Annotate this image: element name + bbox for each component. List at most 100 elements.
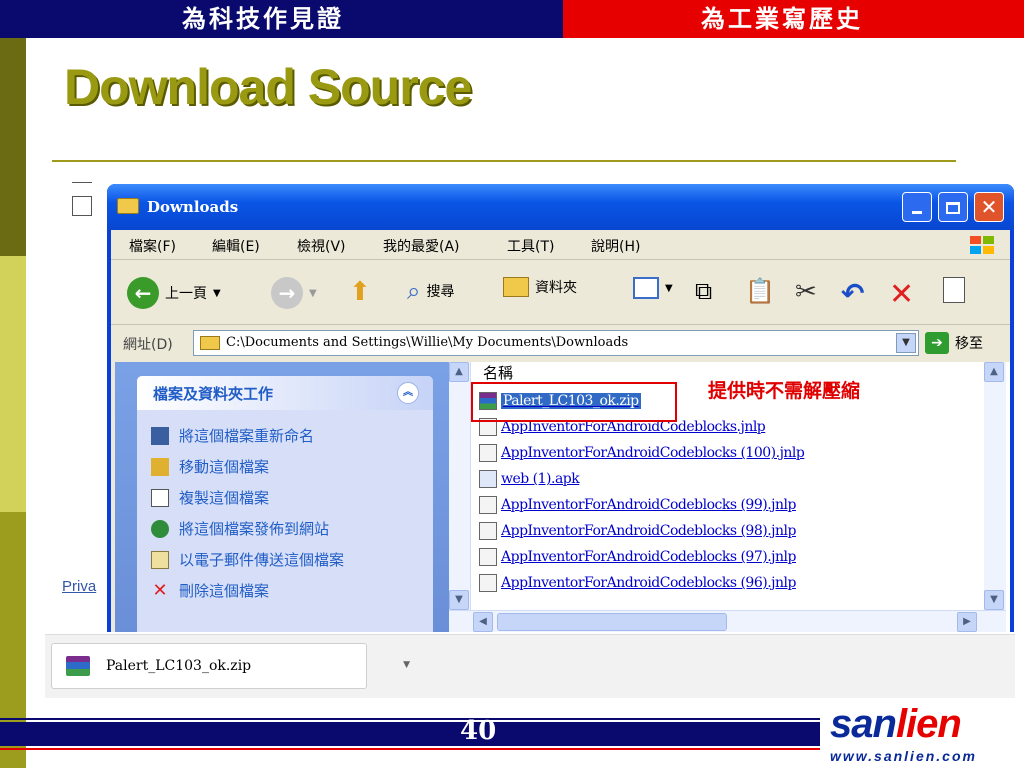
file-list-vertical-scrollbar[interactable]: ▲ ▼ [984, 362, 1006, 610]
copy-to-button[interactable]: ⧉ [695, 277, 712, 305]
file-tasks-panel: 檔案及資料夾工作 ︽ 將這個檔案重新命名 移動這個檔案 複製這個檔案 將這個檔案… [137, 376, 433, 632]
scroll-up-button[interactable]: ▲ [984, 362, 1004, 382]
annotation-note: 提供時不需解壓縮 [708, 380, 861, 402]
delete-button[interactable]: ✕ [889, 277, 914, 312]
file-name: AppInventorForAndroidCodeblocks (96).jnl… [501, 575, 796, 591]
background-dash [72, 182, 92, 183]
background-link[interactable]: Priva [62, 578, 96, 595]
file-tasks-header[interactable]: 檔案及資料夾工作 ︽ [137, 376, 433, 410]
file-row[interactable]: AppInventorForAndroidCodeblocks (97).jnl… [479, 544, 804, 570]
file-row[interactable]: AppInventorForAndroidCodeblocks (96).jnl… [479, 570, 804, 596]
file-name: web (1).apk [501, 471, 580, 487]
properties-button[interactable] [943, 277, 965, 303]
menu-tools[interactable]: 工具(T) [507, 236, 554, 256]
file-name: AppInventorForAndroidCodeblocks (100).jn… [501, 445, 805, 461]
address-input[interactable]: C:\Documents and Settings\Willie\My Docu… [193, 330, 919, 356]
task-label: 以電子郵件傳送這個檔案 [179, 551, 345, 569]
search-button[interactable]: ⌕ 搜尋 [407, 277, 454, 305]
download-file-name: Palert_LC103_ok.zip [106, 658, 252, 674]
task-rename[interactable]: 將這個檔案重新命名 [151, 420, 433, 451]
clipboard-icon: 📋 [745, 277, 775, 305]
scroll-down-button[interactable]: ▼ [449, 590, 469, 610]
views-button[interactable]: ▼ [633, 277, 673, 299]
footer-bar [0, 722, 820, 746]
close-icon: ✕ [980, 195, 998, 219]
address-dropdown-button[interactable]: ▼ [896, 333, 916, 353]
file-row[interactable]: AppInventorForAndroidCodeblocks (99).jnl… [479, 492, 804, 518]
task-label: 複製這個檔案 [179, 489, 270, 507]
task-label: 刪除這個檔案 [179, 582, 270, 600]
task-move[interactable]: 移動這個檔案 [151, 451, 433, 482]
menu-edit[interactable]: 編輯(E) [212, 236, 260, 256]
background-checkbox[interactable] [72, 196, 92, 216]
folder-icon [200, 336, 220, 350]
window-titlebar[interactable]: Downloads ✕ [107, 184, 1014, 230]
banner-left: 為科技作見證 [0, 0, 563, 38]
download-bar: Palert_LC103_ok.zip ▼ [45, 634, 1015, 698]
scroll-thumb[interactable] [497, 613, 727, 631]
task-email[interactable]: 以電子郵件傳送這個檔案 [151, 544, 433, 575]
apk-file-icon [479, 470, 497, 488]
back-button[interactable]: ← 上一頁 ▼ [127, 277, 221, 309]
properties-icon [943, 277, 965, 303]
scroll-down-button[interactable]: ▼ [984, 590, 1004, 610]
task-publish[interactable]: 將這個檔案發佈到網站 [151, 513, 433, 544]
menu-bar: 檔案(F) 編輯(E) 檢視(V) 我的最愛(A) 工具(T) 說明(H) [111, 230, 1010, 260]
side-strip-top [0, 38, 26, 256]
go-button[interactable]: ➔ 移至 [925, 332, 983, 354]
file-name: AppInventorForAndroidCodeblocks (97).jnl… [501, 549, 796, 565]
jnlp-file-icon [479, 574, 497, 592]
task-delete[interactable]: ✕ 刪除這個檔案 [151, 575, 433, 606]
scroll-up-button[interactable]: ▲ [449, 362, 469, 382]
window-client: 檔案(F) 編輯(E) 檢視(V) 我的最愛(A) 工具(T) 說明(H) ← … [111, 230, 1010, 632]
cut-button[interactable]: ✂ [795, 277, 817, 307]
paste-button[interactable]: 📋 [745, 277, 775, 305]
rename-icon [151, 426, 169, 445]
collapse-chevron-icon[interactable]: ︽ [397, 382, 419, 404]
side-strip-middle [0, 256, 26, 512]
forward-button[interactable]: → ▼ [271, 277, 317, 309]
views-icon [633, 277, 659, 299]
task-pane-scrollbar[interactable]: ▲ ▼ [449, 362, 471, 610]
envelope-icon [151, 550, 169, 569]
close-button[interactable]: ✕ [974, 192, 1004, 222]
file-row[interactable]: AppInventorForAndroidCodeblocks (100).jn… [479, 440, 805, 466]
scroll-right-button[interactable]: ▶ [957, 612, 977, 632]
title-divider [52, 160, 956, 162]
address-bar: 網址(D) C:\Documents and Settings\Willie\M… [111, 326, 1010, 360]
up-folder-button[interactable]: ⬆ [349, 277, 371, 307]
chevron-down-icon: ▼ [665, 282, 673, 294]
task-label: 移動這個檔案 [179, 458, 270, 476]
sanlien-logo: sanlien www.sanlien.com [826, 702, 1022, 764]
search-label: 搜尋 [426, 284, 455, 300]
menu-favorites[interactable]: 我的最愛(A) [383, 236, 460, 256]
folders-icon [503, 277, 529, 297]
menu-file[interactable]: 檔案(F) [129, 236, 176, 256]
jnlp-file-icon [479, 496, 497, 514]
file-list-horizontal-scrollbar[interactable]: ◀ ▶ [449, 610, 1006, 632]
back-arrow-icon: ← [127, 277, 159, 309]
menu-help[interactable]: 說明(H) [591, 236, 640, 256]
maximize-button[interactable] [938, 192, 968, 222]
logo-text-b: lien [895, 702, 962, 746]
minimize-icon [912, 211, 922, 214]
task-copy[interactable]: 複製這個檔案 [151, 482, 433, 513]
file-name: AppInventorForAndroidCodeblocks (98).jnl… [501, 523, 796, 539]
download-item[interactable]: Palert_LC103_ok.zip ▼ [51, 643, 410, 689]
search-icon: ⌕ [407, 277, 421, 305]
back-label: 上一頁 [165, 286, 207, 302]
maximize-icon [946, 202, 960, 214]
menu-view[interactable]: 檢視(V) [297, 236, 346, 256]
footer-rule [0, 718, 820, 720]
file-row[interactable]: AppInventorForAndroidCodeblocks (98).jnl… [479, 518, 804, 544]
undo-button[interactable]: ↶ [841, 277, 864, 310]
download-menu-chevron-icon[interactable]: ▼ [403, 660, 410, 670]
minimize-button[interactable] [902, 192, 932, 222]
scissors-icon: ✂ [795, 277, 817, 307]
folders-button[interactable]: 資料夾 [503, 277, 577, 297]
delete-x-icon: ✕ [152, 580, 168, 601]
name-column-header[interactable]: 名稱 [483, 362, 513, 383]
task-label: 將這個檔案重新命名 [179, 427, 315, 445]
file-row[interactable]: web (1).apk [479, 466, 804, 492]
scroll-left-button[interactable]: ◀ [473, 612, 493, 632]
